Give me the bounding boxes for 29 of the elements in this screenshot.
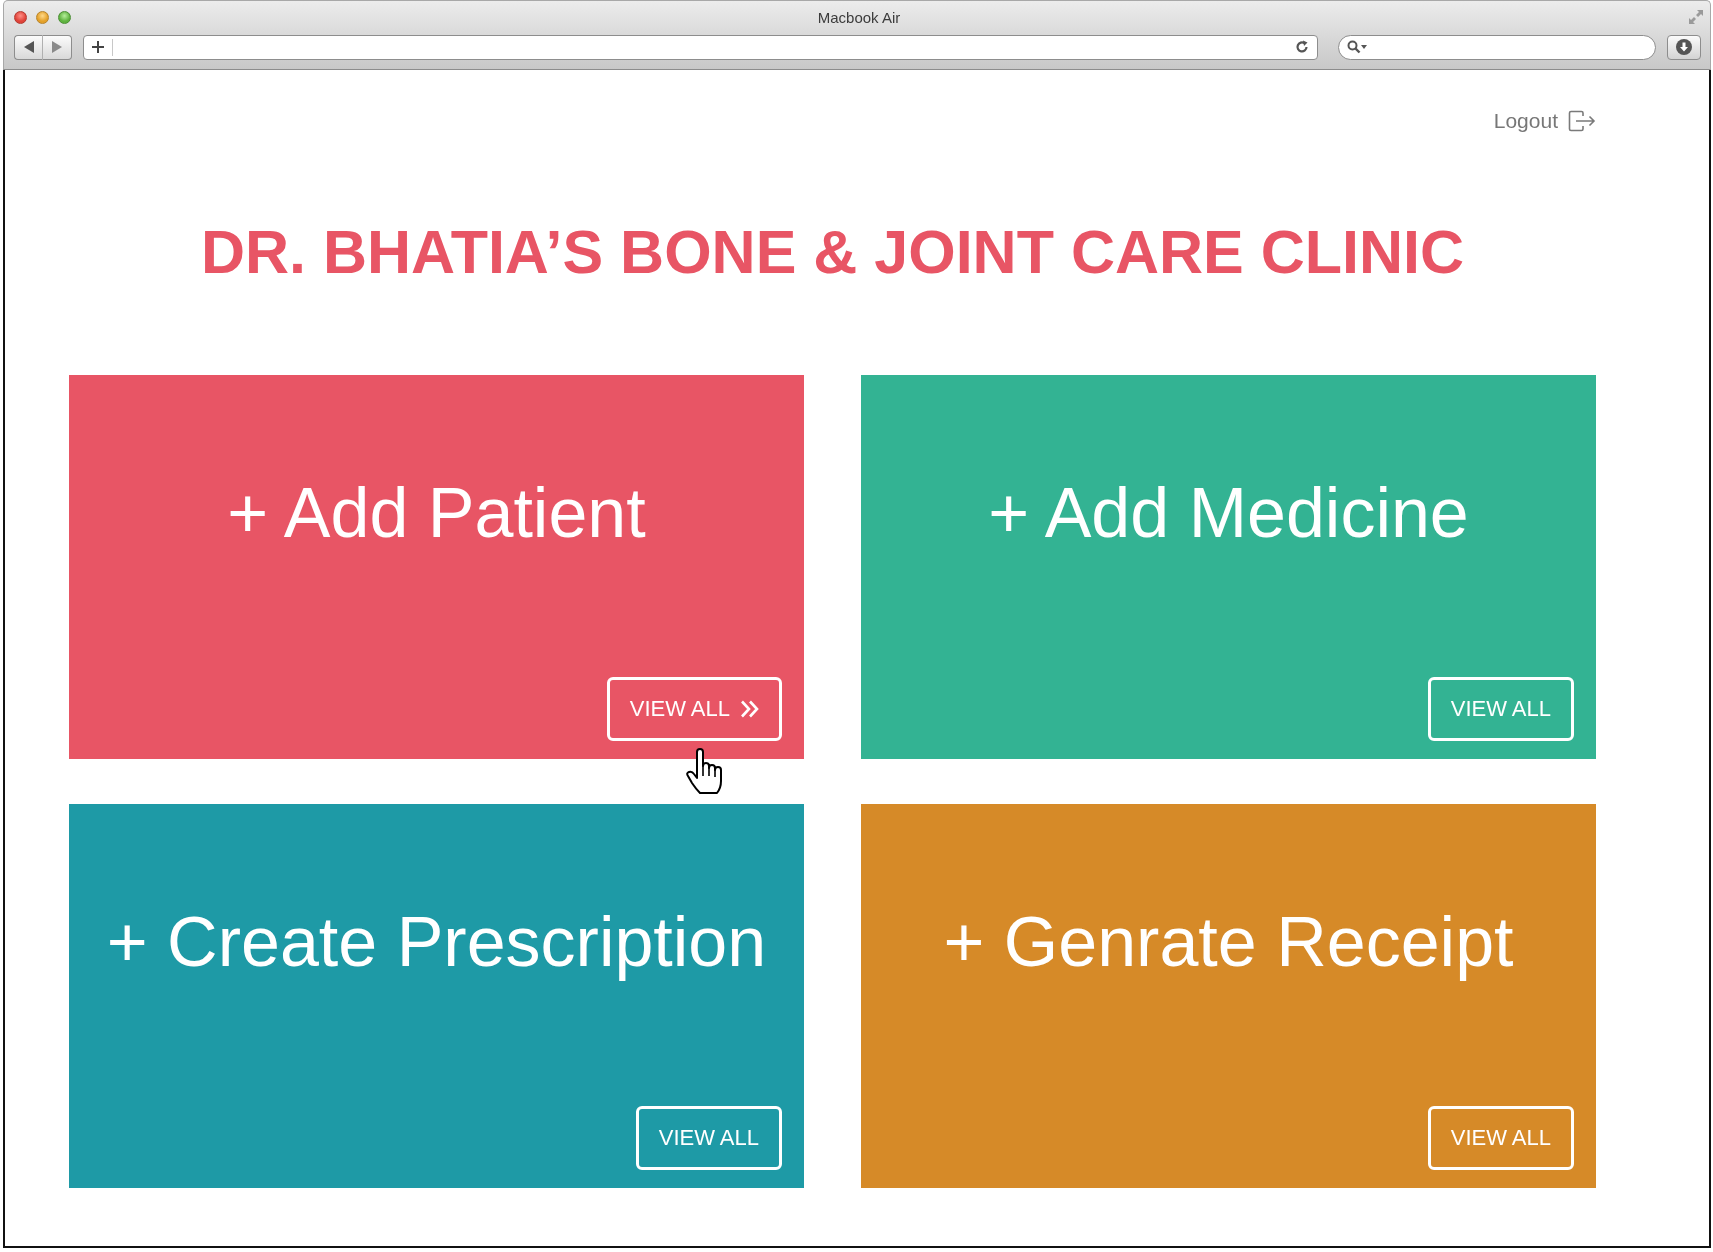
search-icon <box>1347 40 1367 54</box>
card-action-link[interactable]: + Genrate Receipt <box>943 900 1514 984</box>
plus-icon[interactable] <box>92 41 104 53</box>
clinic-title: DR. BHATIA’S BONE & JOINT CARE CLINIC <box>200 217 1465 288</box>
logout-link[interactable]: Logout <box>1493 106 1596 136</box>
forward-arrow-icon <box>52 41 62 53</box>
double-chevron-icon <box>740 700 759 718</box>
zoom-window-button[interactable] <box>58 10 71 24</box>
minimize-window-button[interactable] <box>36 10 49 24</box>
view-all-button[interactable]: VIEW ALL <box>606 677 782 741</box>
back-arrow-icon <box>23 41 34 53</box>
download-button[interactable] <box>1667 34 1701 60</box>
view-all-button[interactable]: VIEW ALL <box>1427 1106 1574 1170</box>
view-all-button[interactable]: VIEW ALL <box>1427 677 1574 741</box>
reload-icon[interactable] <box>1295 40 1309 54</box>
logout-icon <box>1568 110 1596 132</box>
card-action-link[interactable]: + Add Medicine <box>988 471 1469 555</box>
view-all-button[interactable]: VIEW ALL <box>635 1106 782 1170</box>
download-icon <box>1676 39 1692 55</box>
close-window-button[interactable] <box>14 10 27 24</box>
card-action-link[interactable]: + Add Patient <box>227 471 646 555</box>
hand-cursor-icon <box>686 748 724 794</box>
forward-button[interactable] <box>43 34 72 60</box>
window-title: Macbook Air <box>816 8 902 26</box>
card-action-link[interactable]: + Create Prescription <box>106 900 767 984</box>
search-field[interactable] <box>1338 34 1656 60</box>
fullscreen-icon[interactable] <box>1688 9 1704 25</box>
address-field[interactable] <box>83 34 1318 60</box>
back-button[interactable] <box>14 34 43 60</box>
